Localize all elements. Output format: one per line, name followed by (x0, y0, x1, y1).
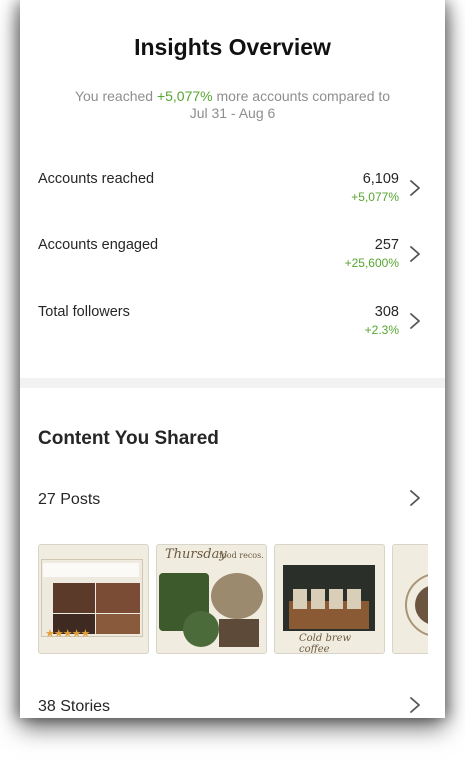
metric-label: Total followers (38, 304, 130, 320)
chevron-right-icon[interactable] (409, 245, 421, 263)
metric-value: 308 (374, 304, 399, 320)
metric-label: Accounts reached (38, 171, 155, 187)
posts-row[interactable]: 27 Posts (38, 491, 100, 509)
post-photo (183, 611, 219, 647)
chevron-right-icon[interactable] (409, 179, 421, 197)
chevron-right-icon[interactable] (409, 312, 421, 330)
post-thumbnail[interactable] (392, 544, 428, 654)
coffee-cup-icon (293, 589, 307, 609)
coffee-cup-icon (347, 589, 361, 609)
metric-accounts-reached[interactable]: Accounts reached 6,109 +5,077% (20, 171, 445, 211)
metric-label: Accounts engaged (38, 237, 159, 253)
coffee-cup-icon (329, 589, 343, 609)
post-photo (96, 614, 140, 634)
page-title: Insights Overview (134, 34, 331, 60)
summary-prefix: You reached (74, 88, 157, 104)
post-photo (219, 619, 259, 647)
post-thumbnail[interactable]: Thursday food recos. (156, 544, 267, 654)
chevron-right-icon[interactable] (409, 696, 421, 714)
post-photo (53, 583, 95, 613)
summary-growth: +5,077% (156, 88, 213, 104)
metric-total-followers[interactable]: Total followers 308 +2.3% (20, 304, 445, 344)
post-thumbnail[interactable]: Cold brew coffee (274, 544, 385, 654)
post-thumbnail[interactable]: ★★★★★ (38, 544, 149, 654)
post-thumbnails: ★★★★★ Thursday food recos. Cold brew cof… (38, 544, 428, 654)
content-section-title: Content You Shared (38, 428, 219, 449)
chevron-right-icon[interactable] (409, 489, 421, 507)
metric-delta: +2.3% (364, 323, 399, 337)
metric-value: 6,109 (362, 171, 399, 187)
coffee-cup-icon (311, 589, 325, 609)
section-divider (20, 378, 445, 388)
metric-value: 257 (374, 237, 399, 253)
metric-delta: +5,077% (351, 190, 399, 204)
thumb-subtitle: food recos. (219, 551, 264, 560)
insights-card: Insights Overview You reached +5,077% mo… (20, 0, 445, 718)
metric-delta: +25,600% (344, 256, 399, 270)
post-photo (96, 583, 140, 613)
rating-stars-icon: ★★★★★ (45, 628, 90, 640)
thumb-title-script: Thursday (165, 547, 227, 562)
date-range: Jul 31 - Aug 6 (189, 105, 276, 121)
post-photo (211, 573, 263, 619)
thumb-caption-script: Cold brew coffee (299, 633, 352, 654)
summary-suffix: more accounts compared to (212, 88, 391, 104)
post-caption-box (43, 563, 139, 577)
stories-row[interactable]: 38 Stories (38, 698, 110, 716)
metric-accounts-engaged[interactable]: Accounts engaged 257 +25,600% (20, 237, 445, 277)
reach-summary: You reached +5,077% more accounts compar… (50, 88, 415, 122)
